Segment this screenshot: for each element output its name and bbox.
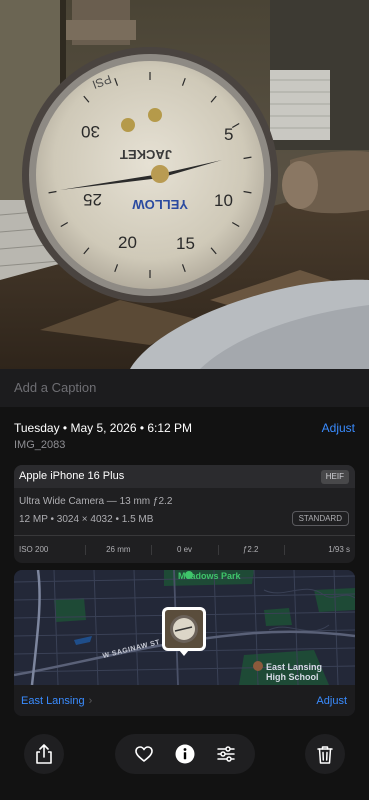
chevron-right-icon: › — [88, 695, 93, 707]
location-name: East Lansing — [21, 695, 85, 707]
gauge-number-15: 15 — [176, 234, 195, 253]
profile-badge: STANDARD — [291, 511, 349, 526]
edit-adjustments-button[interactable] — [209, 737, 243, 771]
exif-shutter: 1/93 s — [283, 536, 355, 563]
adjust-location-button[interactable]: Adjust — [316, 695, 347, 707]
device-name: Apple iPhone 16 Plus — [19, 470, 125, 482]
photo-action-pill — [115, 734, 255, 774]
image-specs: 12 MP • 3024 × 4032 • 1.5 MB — [19, 514, 154, 525]
photo-location-pin[interactable] — [162, 607, 206, 656]
sliders-icon — [217, 746, 236, 762]
exif-focal-length: 26 mm — [85, 536, 151, 563]
camera-info-card: Apple iPhone 16 Plus HEIF Ultra Wide Cam… — [14, 465, 355, 563]
pin-thumbnail — [165, 610, 203, 648]
photo-image: 5 10 15 20 25 30 PSI JACKET YELLOW — [0, 0, 369, 369]
exif-exposure: 0 ev — [151, 536, 217, 563]
share-button[interactable] — [24, 734, 64, 774]
heart-icon — [134, 746, 153, 762]
photo-date-time: Tuesday • May 5, 2026 • 6:12 PM — [14, 421, 193, 435]
gauge-number-20: 20 — [118, 233, 137, 252]
location-link[interactable]: East Lansing › — [21, 695, 92, 707]
format-badge: HEIF — [320, 470, 349, 484]
exif-aperture: ƒ2.2 — [217, 536, 284, 563]
caption-input[interactable] — [14, 380, 354, 395]
gauge-brand-2: YELLOW — [132, 197, 188, 212]
gauge-number-5: 5 — [224, 125, 233, 144]
gauge-number-30: 30 — [81, 122, 100, 141]
caption-bar — [0, 369, 369, 407]
location-map[interactable]: Meadows Park W SAGINAW ST East Lansing H… — [14, 570, 355, 686]
map-label-park: Meadows Park — [178, 571, 241, 581]
map-label-school: East Lansing High School — [266, 662, 322, 682]
info-icon — [175, 744, 195, 764]
gauge-number-10: 10 — [214, 191, 233, 210]
lens-info: Ultra Wide Camera — 13 mm ƒ2.2 — [19, 496, 173, 507]
photo-filename: IMG_2083 — [14, 439, 66, 451]
gauge-brand-1: JACKET — [120, 147, 172, 162]
exif-iso: ISO 200 — [19, 545, 49, 554]
map-label-school-line-2: High School — [266, 672, 319, 682]
map-label-school-line-1: East Lansing — [266, 662, 323, 672]
share-icon — [36, 744, 52, 764]
favorite-button[interactable] — [127, 737, 161, 771]
photo-view[interactable]: 5 10 15 20 25 30 PSI JACKET YELLOW — [0, 0, 369, 369]
camera-card-header: Apple iPhone 16 Plus HEIF — [14, 465, 355, 488]
info-button[interactable] — [168, 737, 202, 771]
delete-button[interactable] — [305, 734, 345, 774]
exif-row: ISO 200 26 mm 0 ev ƒ2.2 1/93 s — [14, 536, 355, 563]
adjust-date-button[interactable]: Adjust — [322, 421, 355, 435]
map-footer: East Lansing › Adjust — [14, 685, 355, 716]
gauge-number-25: 25 — [83, 190, 102, 209]
trash-icon — [317, 745, 333, 764]
location-map-card: Meadows Park W SAGINAW ST East Lansing H… — [14, 570, 355, 716]
